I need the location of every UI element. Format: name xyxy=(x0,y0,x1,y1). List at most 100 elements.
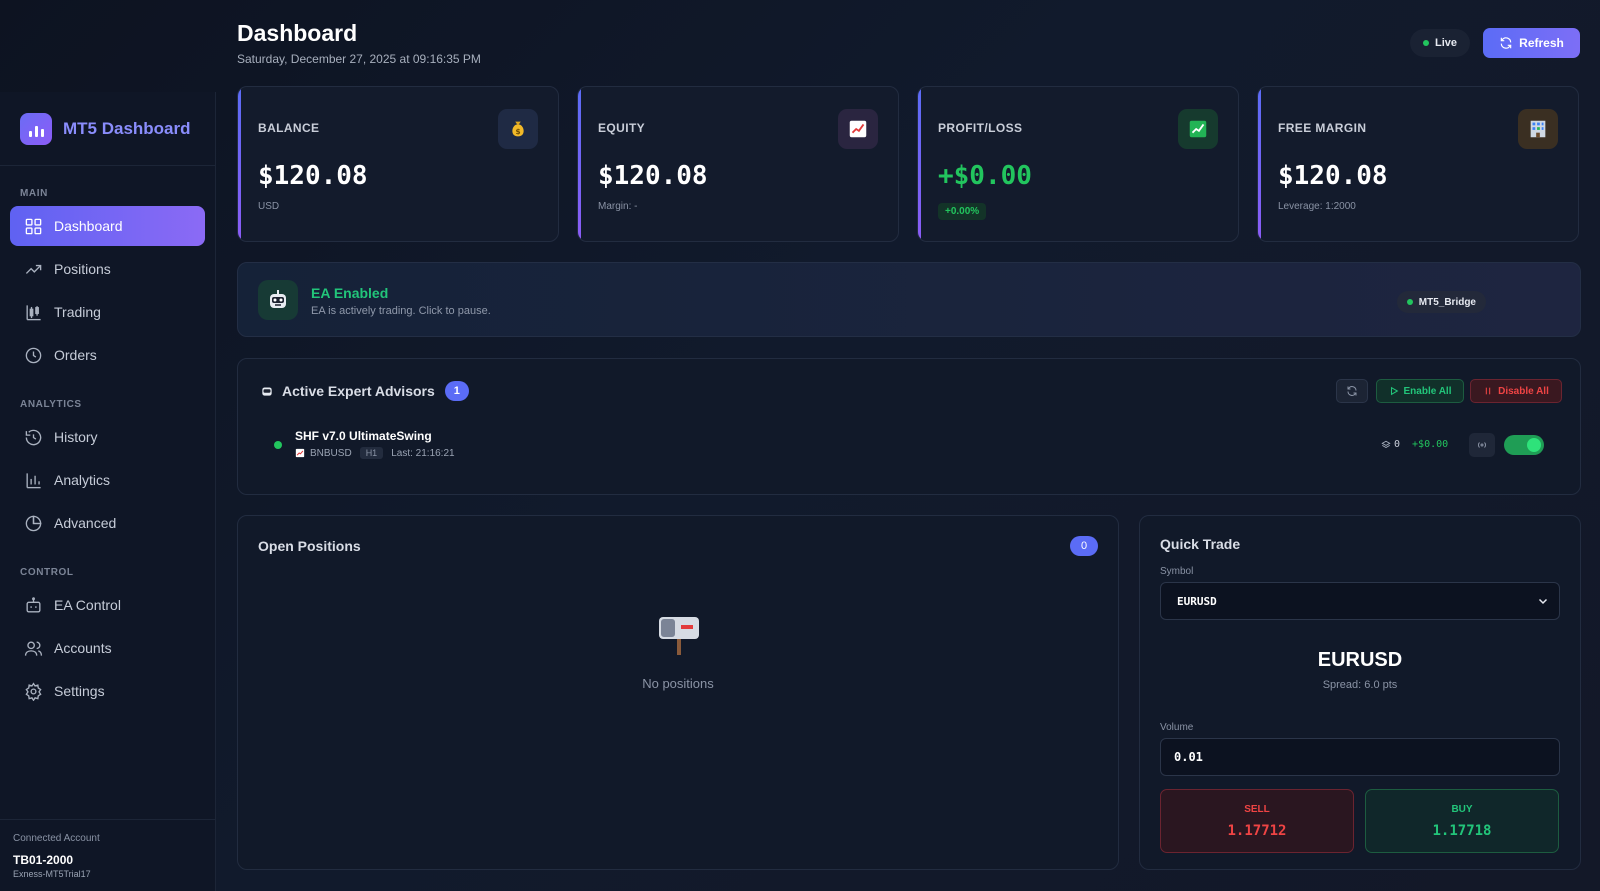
empty-positions-message: No positions xyxy=(642,676,714,691)
ea-name: SHF v7.0 UltimateSwing xyxy=(295,429,432,443)
quick-trade-title: Quick Trade xyxy=(1160,536,1241,552)
account-label: Connected Account xyxy=(13,833,100,844)
disable-all-label: Disable All xyxy=(1498,385,1549,397)
card-sub: Leverage: 1:2000 xyxy=(1278,201,1356,212)
building-icon xyxy=(1518,109,1558,149)
sidebar-item-label: Analytics xyxy=(54,472,111,488)
svg-text:$: $ xyxy=(515,127,520,136)
mailbox-icon xyxy=(659,617,699,655)
buy-price: 1.17718 xyxy=(1432,823,1492,839)
enable-all-label: Enable All xyxy=(1403,385,1452,397)
bot-icon xyxy=(26,596,41,613)
ea-enable-toggle[interactable] xyxy=(1504,435,1544,455)
pie-chart-icon xyxy=(25,515,42,531)
nav-section-control: CONTROL xyxy=(20,567,74,578)
robot-icon xyxy=(258,280,298,320)
equity-card: EQUITY $120.08 Margin: - xyxy=(577,86,899,242)
ea-last-update: Last: 21:16:21 xyxy=(391,447,455,459)
refresh-label: Refresh xyxy=(1519,36,1564,50)
sidebar-item-dashboard[interactable]: Dashboard xyxy=(10,206,205,246)
quick-trade-panel: Quick Trade Symbol EURUSD EURUSD Spread:… xyxy=(1139,515,1581,870)
symbol-select[interactable]: EURUSD xyxy=(1160,582,1560,620)
refresh-button[interactable]: Refresh xyxy=(1483,28,1580,58)
sidebar-item-label: Positions xyxy=(54,261,111,277)
live-label: Live xyxy=(1434,37,1457,49)
sidebar-item-label: Advanced xyxy=(54,515,117,531)
card-label: BALANCE xyxy=(258,121,320,135)
sidebar-item-settings[interactable]: Settings xyxy=(10,671,205,711)
sidebar-item-label: Dashboard xyxy=(54,218,123,234)
sidebar-item-label: Trading xyxy=(54,304,101,320)
connected-account: Connected Account TB01-2000 Exness-MT5Tr… xyxy=(0,819,216,891)
sidebar-item-label: Settings xyxy=(54,683,105,699)
sell-price: 1.17712 xyxy=(1227,823,1287,839)
sell-button[interactable]: SELL 1.17712 xyxy=(1160,789,1354,853)
nav-section-analytics: ANALYTICS xyxy=(20,399,82,410)
bridge-badge: MT5_Bridge xyxy=(1396,291,1486,313)
bridge-label: MT5_Bridge xyxy=(1418,296,1476,308)
ea-symbol: BNBUSD xyxy=(310,447,352,459)
equity-value: $120.08 xyxy=(598,161,708,191)
ea-profit: +$0.00 xyxy=(1412,439,1449,450)
page-title: Dashboard xyxy=(237,20,358,46)
sidebar-item-positions[interactable]: Positions xyxy=(10,249,205,289)
page-date: Saturday, December 27, 2025 at 09:16:35 … xyxy=(237,52,481,66)
live-dot-icon xyxy=(1422,40,1429,46)
trending-up-icon xyxy=(25,264,42,274)
sidebar-item-label: Orders xyxy=(54,347,97,363)
reload-eas-button[interactable] xyxy=(1336,379,1368,403)
sidebar-item-orders[interactable]: Orders xyxy=(10,335,205,375)
enable-all-button[interactable]: Enable All xyxy=(1376,379,1464,403)
card-label: FREE MARGIN xyxy=(1278,121,1367,135)
ea-panel-title: Active Expert Advisors xyxy=(282,383,435,399)
ea-status-subtitle: EA is actively trading. Click to pause. xyxy=(311,305,491,317)
layers-icon xyxy=(1381,440,1391,448)
free-margin-card: FREE MARGIN $120.08 Leverage: 1:2000 xyxy=(1257,86,1579,242)
sidebar-item-history[interactable]: History xyxy=(10,417,205,457)
bar-chart-icon xyxy=(26,472,41,488)
disable-all-button[interactable]: Disable All xyxy=(1470,379,1562,403)
bridge-dot-icon xyxy=(1406,299,1413,305)
volume-label: Volume xyxy=(1160,722,1194,733)
grid-icon xyxy=(25,218,42,234)
selected-symbol: EURUSD xyxy=(1317,649,1403,671)
sidebar-item-accounts[interactable]: Accounts xyxy=(10,628,205,668)
ea-running-dot-icon xyxy=(274,441,282,449)
card-sub: USD xyxy=(258,201,280,212)
ea-position-count: 0 xyxy=(1394,439,1401,450)
ea-signal-button[interactable] xyxy=(1469,433,1495,457)
balance-value: $120.08 xyxy=(258,161,368,191)
ea-stats: 0 +$0.00 xyxy=(1381,439,1448,450)
ea-status-banner[interactable]: EA Enabled EA is actively trading. Click… xyxy=(237,262,1581,337)
chart-up-icon xyxy=(838,109,878,149)
volume-input[interactable]: 0.01 xyxy=(1160,738,1560,776)
sidebar-item-advanced[interactable]: Advanced xyxy=(10,503,205,543)
sidebar-item-trading[interactable]: Trading xyxy=(10,292,205,332)
profit-loss-value: +$0.00 xyxy=(938,161,1032,191)
ea-timeframe-badge: H1 xyxy=(359,447,384,459)
ea-panel-header: Active Expert Advisors 1 xyxy=(260,381,469,401)
card-label: PROFIT/LOSS xyxy=(938,121,1023,135)
brand[interactable]: MT5 Dashboard xyxy=(0,92,215,166)
buy-button[interactable]: BUY 1.17718 xyxy=(1365,789,1559,853)
chart-small-icon xyxy=(295,448,305,458)
nav-section-main: MAIN xyxy=(20,188,48,199)
chevron-down-icon xyxy=(1538,598,1548,605)
bar-chart-logo-icon xyxy=(20,112,52,145)
sidebar-item-analytics[interactable]: Analytics xyxy=(10,460,205,500)
pause-icon xyxy=(1485,387,1491,395)
sidebar-item-label: EA Control xyxy=(54,597,121,613)
profit-loss-card: PROFIT/LOSS +$0.00 +0.00% xyxy=(917,86,1239,242)
sidebar-item-label: Accounts xyxy=(54,640,112,656)
profit-loss-percent-badge: +0.00% xyxy=(938,203,987,220)
chart-green-icon xyxy=(1178,109,1218,149)
sidebar-item-ea-control[interactable]: EA Control xyxy=(10,585,205,625)
positions-count-badge: 0 xyxy=(1070,536,1098,556)
ea-count-badge: 1 xyxy=(444,381,469,401)
account-id: TB01-2000 xyxy=(13,853,74,867)
account-server: Exness-MT5Trial17 xyxy=(13,869,91,879)
symbol-label: Symbol xyxy=(1160,566,1194,577)
sidebar: MT5 Dashboard MAIN Dashboard Positions T… xyxy=(0,92,216,891)
active-expert-advisors-panel: Active Expert Advisors 1 Enable All Disa… xyxy=(237,358,1581,495)
robot-small-icon xyxy=(262,387,272,396)
